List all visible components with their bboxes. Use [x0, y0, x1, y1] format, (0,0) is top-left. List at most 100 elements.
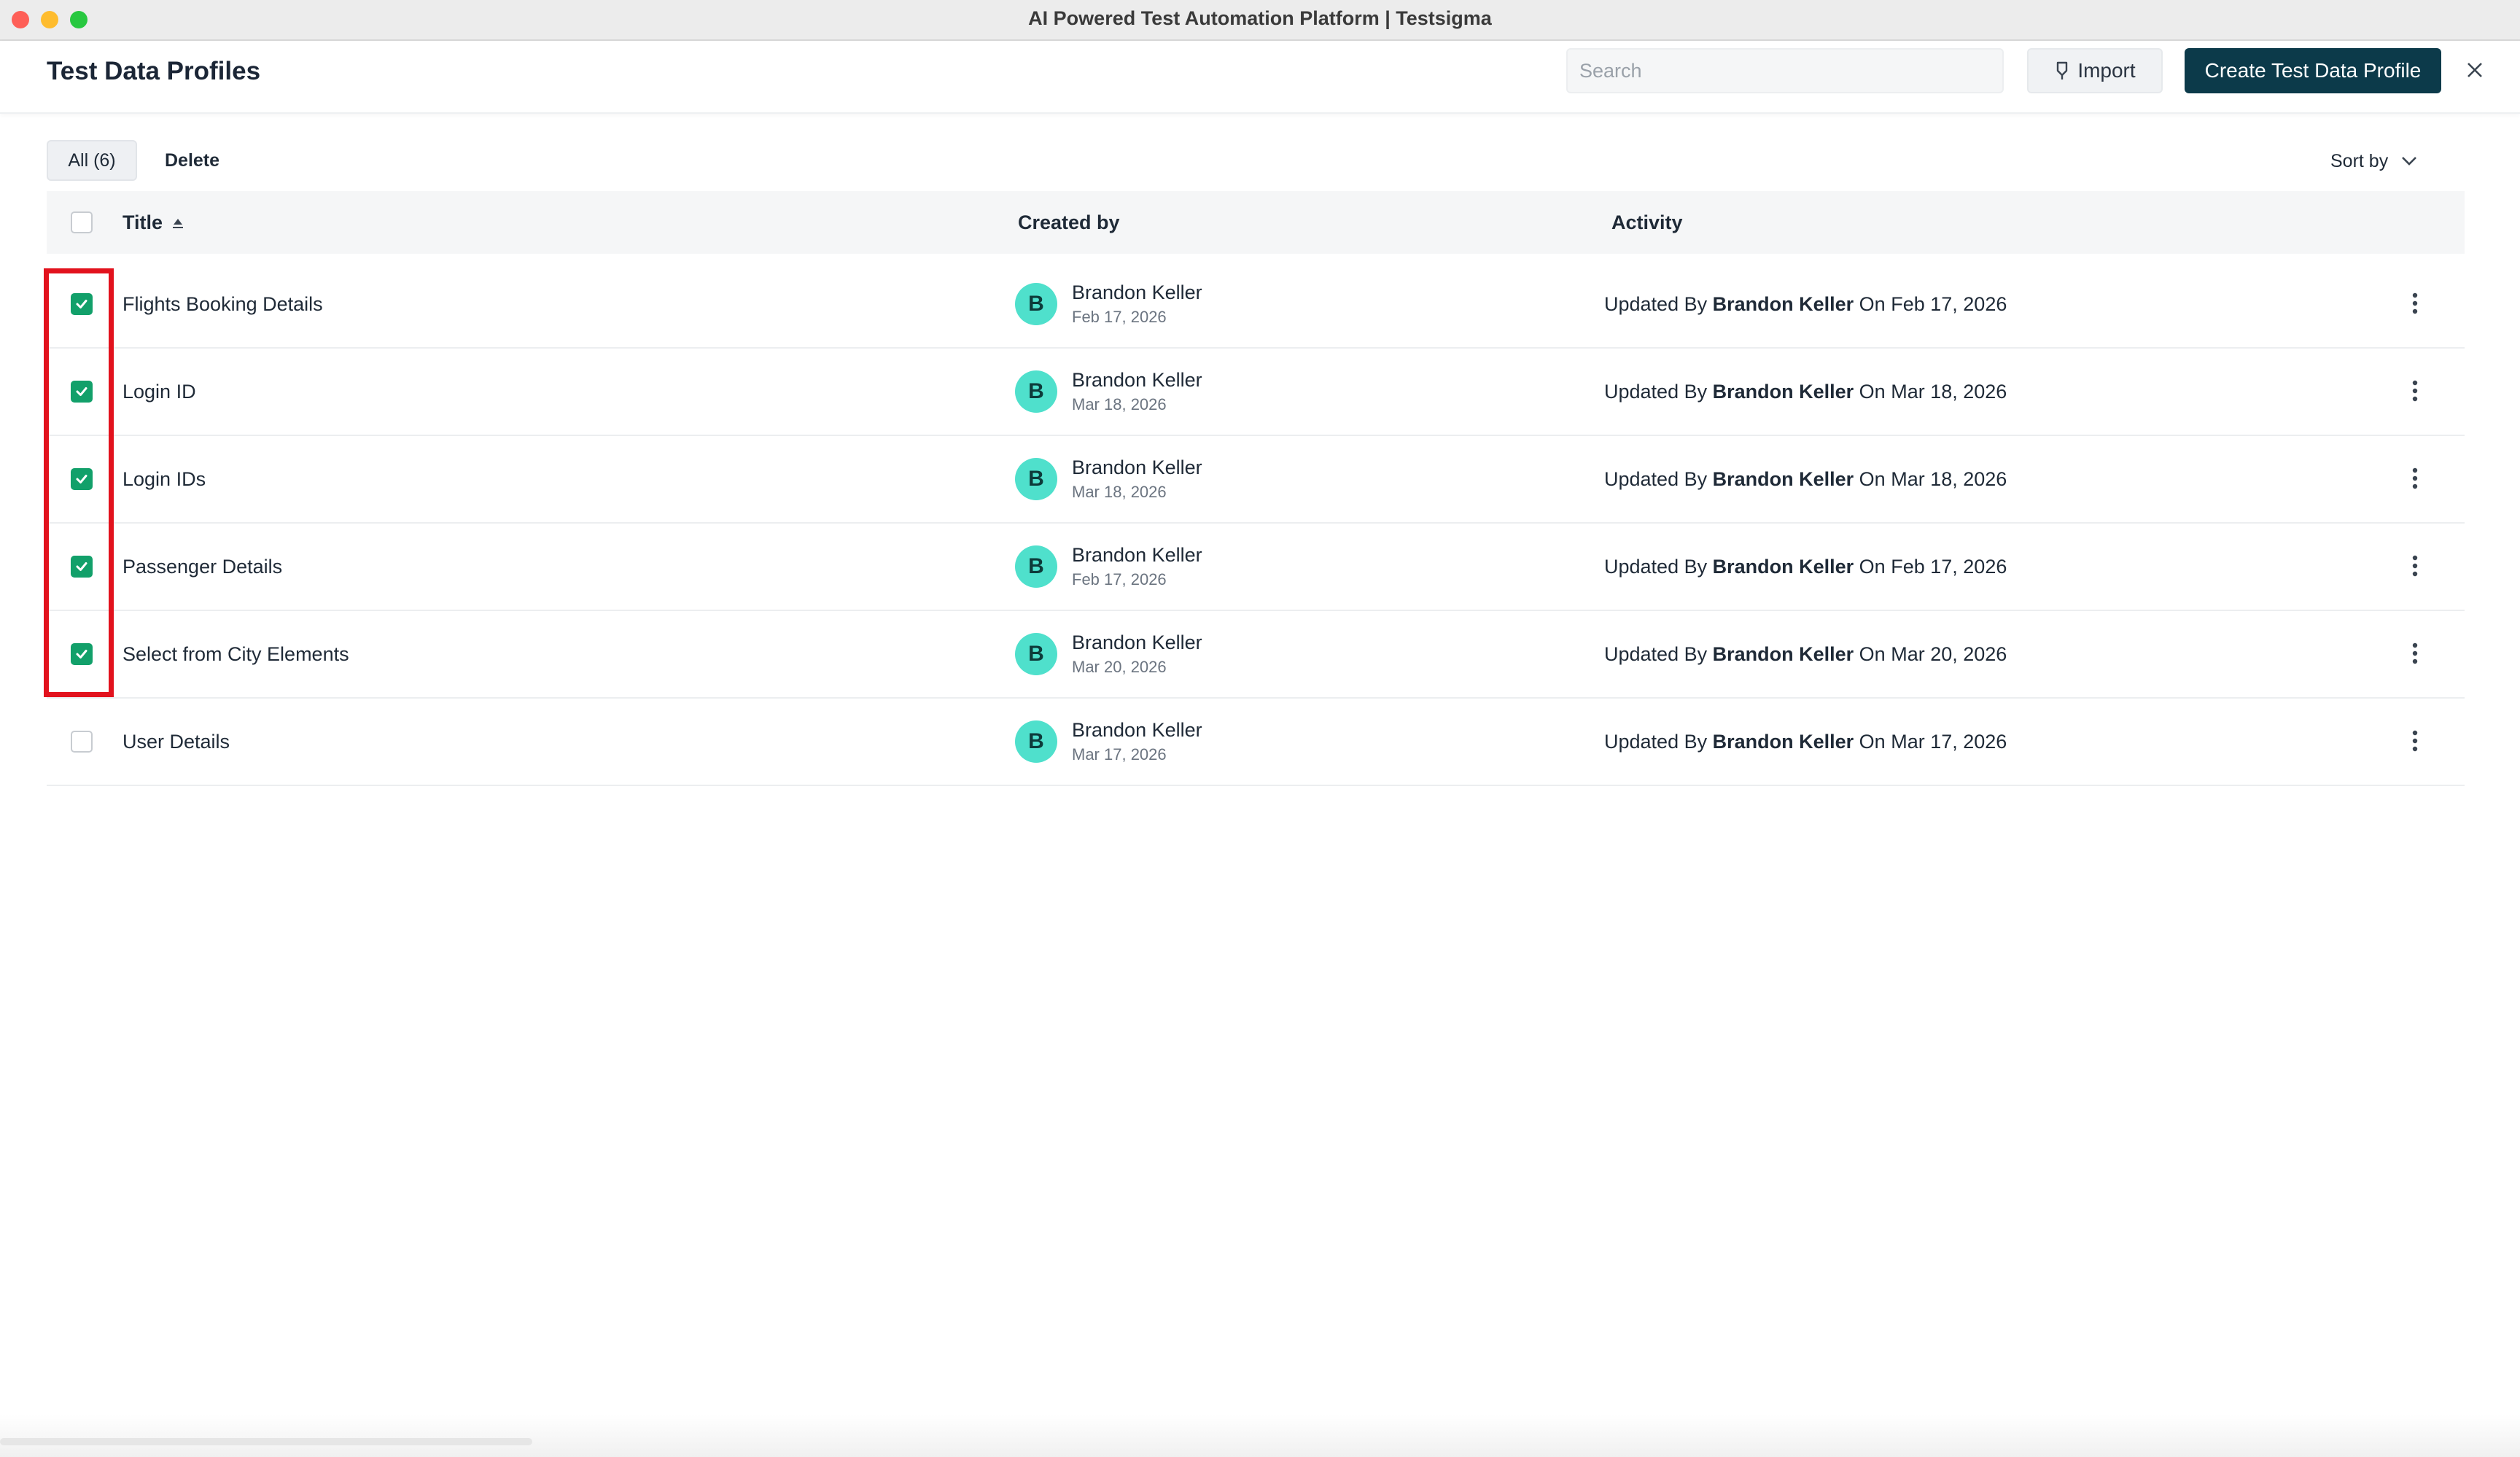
avatar: B — [1015, 458, 1057, 500]
activity-prefix: Updated By — [1604, 643, 1708, 665]
table-row[interactable]: Select from City Elements B Brandon Keller… — [47, 611, 2465, 699]
activity-prefix: Updated By — [1604, 731, 1708, 753]
table-row[interactable]: Passenger Details B Brandon Keller Feb 17, … — [47, 524, 2465, 611]
check-icon — [76, 475, 88, 483]
bottom-shade — [0, 1415, 2520, 1457]
more-options-icon[interactable] — [2399, 462, 2431, 494]
row-checkbox[interactable] — [71, 293, 93, 315]
more-options-icon[interactable] — [2399, 550, 2431, 582]
import-button[interactable]: Import — [2027, 48, 2163, 93]
created-date: Mar 18, 2026 — [1072, 483, 1167, 501]
more-options-icon[interactable] — [2399, 287, 2431, 319]
activity-user: Brandon Keller — [1712, 468, 1854, 490]
window-title: AI Powered Test Automation Platform | Te… — [1028, 7, 1492, 29]
table-row[interactable]: Flights Booking Details B Brandon Keller Fe… — [47, 261, 2465, 349]
sort-by-label: Sort by — [2330, 150, 2389, 171]
close-icon[interactable] — [2460, 55, 2489, 85]
row-checkbox[interactable] — [71, 381, 93, 403]
creator-name: Brandon Keller — [1072, 281, 1202, 303]
check-icon — [76, 650, 88, 658]
column-activity[interactable]: Activity — [1611, 211, 1683, 234]
delete-button[interactable]: Delete — [152, 140, 233, 181]
page-title: Test Data Profiles — [47, 57, 261, 85]
row-checkbox[interactable] — [71, 731, 93, 753]
avatar: B — [1015, 545, 1057, 588]
activity-user: Brandon Keller — [1712, 293, 1854, 315]
chevron-down-icon — [2402, 157, 2417, 166]
horizontal-scrollbar[interactable] — [0, 1438, 532, 1445]
activity-on: On — [1859, 731, 1886, 753]
more-options-icon[interactable] — [2399, 375, 2431, 407]
avatar: B — [1015, 370, 1057, 413]
activity-on: On — [1859, 468, 1886, 490]
activity-date: Mar 17, 2026 — [1891, 731, 2007, 753]
search-input[interactable] — [1566, 48, 2004, 93]
activity-prefix: Updated By — [1604, 556, 1708, 578]
activity-prefix: Updated By — [1604, 468, 1708, 490]
more-options-icon[interactable] — [2399, 637, 2431, 669]
activity-date: Mar 18, 2026 — [1891, 468, 2007, 490]
table-header: Title Created by Activity — [47, 191, 2465, 254]
tab-all[interactable]: All (6) — [47, 140, 137, 181]
select-all-checkbox[interactable] — [71, 211, 93, 233]
row-title[interactable]: Passenger Details — [122, 556, 282, 578]
page-header: Test Data Profiles Import Create Test Da… — [0, 41, 2520, 114]
activity-on: On — [1859, 293, 1886, 315]
creator-name: Brandon Keller — [1072, 632, 1202, 653]
row-title[interactable]: Login ID — [122, 381, 196, 403]
check-icon — [76, 562, 88, 571]
sort-ascending-icon — [173, 218, 184, 228]
import-label: Import — [2077, 59, 2136, 82]
activity-on: On — [1859, 643, 1886, 665]
column-title-label: Title — [122, 211, 163, 233]
column-created-by[interactable]: Created by — [1018, 211, 1120, 234]
creator-name: Brandon Keller — [1072, 544, 1202, 566]
avatar: B — [1015, 283, 1057, 325]
activity-on: On — [1859, 381, 1886, 403]
activity-date: Mar 18, 2026 — [1891, 381, 2007, 403]
create-test-data-profile-button[interactable]: Create Test Data Profile — [2185, 48, 2441, 93]
table-row[interactable]: Login ID B Brandon Keller Mar 18, 2026 Updat… — [47, 349, 2465, 436]
table-row[interactable]: Login IDs B Brandon Keller Mar 18, 2026 Upda… — [47, 436, 2465, 524]
activity-user: Brandon Keller — [1712, 381, 1854, 403]
activity-date: Mar 20, 2026 — [1891, 643, 2007, 665]
activity-user: Brandon Keller — [1712, 643, 1854, 665]
activity-text: Updated By Brandon Keller On Feb 17, 202… — [1604, 556, 2007, 578]
table-row[interactable]: User Details B Brandon Keller Mar 17, 2026 U… — [47, 699, 2465, 786]
window-titlebar: AI Powered Test Automation Platform | Te… — [0, 0, 2520, 41]
avatar: B — [1015, 633, 1057, 675]
created-date: Feb 17, 2026 — [1072, 308, 1167, 326]
avatar: B — [1015, 720, 1057, 763]
row-checkbox[interactable] — [71, 643, 93, 665]
more-options-icon[interactable] — [2399, 725, 2431, 757]
activity-on: On — [1859, 556, 1886, 578]
creator-name: Brandon Keller — [1072, 456, 1202, 478]
created-date: Mar 18, 2026 — [1072, 395, 1167, 413]
creator-name: Brandon Keller — [1072, 369, 1202, 391]
activity-text: Updated By Brandon Keller On Mar 17, 202… — [1604, 731, 2007, 753]
activity-user: Brandon Keller — [1712, 731, 1854, 753]
created-date: Feb 17, 2026 — [1072, 570, 1167, 588]
created-date: Mar 20, 2026 — [1072, 658, 1167, 676]
activity-date: Feb 17, 2026 — [1891, 556, 2007, 578]
creator-name: Brandon Keller — [1072, 719, 1202, 741]
activity-text: Updated By Brandon Keller On Mar 20, 202… — [1604, 643, 2007, 666]
activity-text: Updated By Brandon Keller On Feb 17, 202… — [1604, 293, 2007, 316]
column-title[interactable]: Title — [122, 211, 184, 234]
sort-by-dropdown[interactable]: Sort by — [2330, 143, 2417, 179]
activity-prefix: Updated By — [1604, 293, 1708, 315]
activity-user: Brandon Keller — [1712, 556, 1854, 578]
activity-text: Updated By Brandon Keller On Mar 18, 202… — [1604, 468, 2007, 491]
row-title[interactable]: User Details — [122, 731, 230, 753]
activity-prefix: Updated By — [1604, 381, 1708, 403]
row-checkbox[interactable] — [71, 556, 93, 578]
row-title[interactable]: Select from City Elements — [122, 643, 349, 666]
row-title[interactable]: Flights Booking Details — [122, 293, 323, 316]
check-icon — [76, 300, 88, 308]
row-title[interactable]: Login IDs — [122, 468, 206, 491]
row-checkbox[interactable] — [71, 468, 93, 490]
check-icon — [76, 387, 88, 396]
activity-text: Updated By Brandon Keller On Mar 18, 202… — [1604, 381, 2007, 403]
import-icon — [2057, 61, 2068, 79]
created-date: Mar 17, 2026 — [1072, 745, 1167, 764]
